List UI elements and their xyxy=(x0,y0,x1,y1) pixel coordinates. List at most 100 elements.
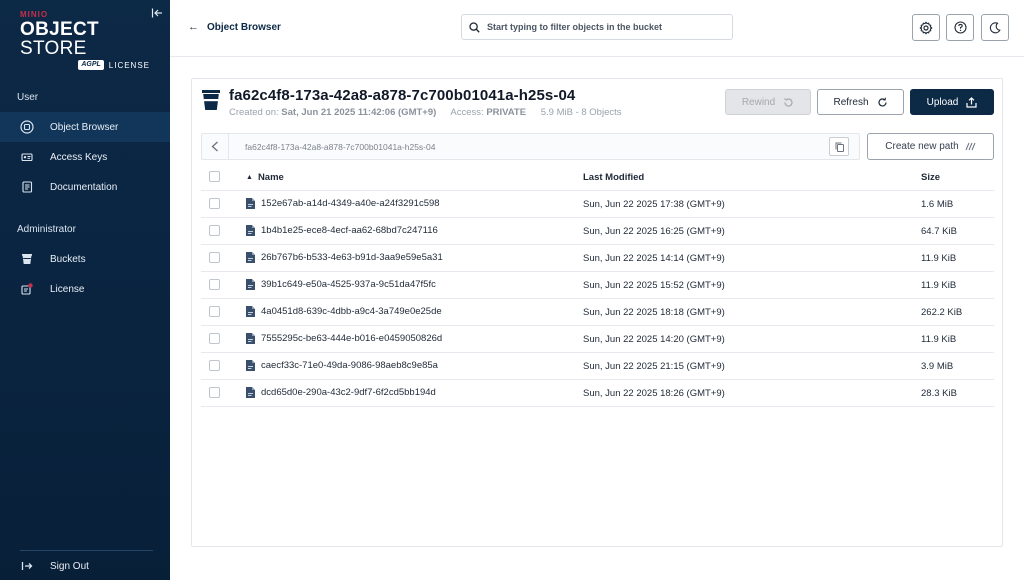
object-name: 39b1c649-e50a-4525-937a-9c51da47f5fc xyxy=(261,279,436,290)
bucket-icon xyxy=(20,252,34,266)
select-all-checkbox[interactable] xyxy=(209,171,220,182)
section-label-user: User xyxy=(17,92,39,103)
create-new-path-button[interactable]: Create new path xyxy=(867,133,994,160)
row-checkbox[interactable] xyxy=(209,387,220,398)
sidebar-item-license[interactable]: License xyxy=(0,274,170,304)
upload-icon xyxy=(966,96,977,108)
table-row[interactable]: 26b767b6-b533-4e63-b91d-3aa9e59e5a31 Sun… xyxy=(201,245,994,272)
folder-icon xyxy=(20,120,34,134)
help-button[interactable] xyxy=(946,14,974,41)
chevron-left-icon xyxy=(211,141,218,152)
agpl-badge: AGPL xyxy=(78,60,104,70)
file-icon xyxy=(246,198,255,209)
table-row[interactable]: 7555295c-be63-444e-b016-e0459050826d Sun… xyxy=(201,326,994,353)
sign-out-button[interactable]: Sign Out xyxy=(0,551,170,580)
table-row[interactable]: 4a0451d8-639c-4dbb-a9c4-3a749e0e25de Sun… xyxy=(201,299,994,326)
object-last-modified: Sun, Jun 22 2025 17:38 (GMT+9) xyxy=(583,199,725,210)
create-path-label: Create new path xyxy=(885,141,959,152)
table-row[interactable]: 1b4b1e25-ece8-4ecf-aa62-68bd7c247116 Sun… xyxy=(201,218,994,245)
row-checkbox[interactable] xyxy=(209,306,220,317)
logo-title: OBJECT STORE xyxy=(20,19,99,59)
access-label: Access: xyxy=(450,107,484,118)
object-size: 11.9 KiB xyxy=(921,253,957,264)
bucket-icon xyxy=(202,90,220,110)
collapse-sidebar-icon[interactable] xyxy=(151,7,163,19)
arrow-left-icon: ← xyxy=(188,21,199,33)
bucket-panel: fa62c4f8-173a-42a8-a878-7c700b01041a-h25… xyxy=(191,78,1003,547)
history-icon xyxy=(784,97,793,107)
file-icon xyxy=(246,279,255,290)
size-column-header[interactable]: Size xyxy=(921,172,940,183)
rewind-label: Rewind xyxy=(741,96,776,108)
bucket-name: fa62c4f8-173a-42a8-a878-7c700b01041a-h25… xyxy=(229,87,576,104)
dark-mode-toggle[interactable] xyxy=(981,14,1009,41)
object-size: 262.2 KiB xyxy=(921,307,963,318)
object-name: 26b767b6-b533-4e63-b91d-3aa9e59e5a31 xyxy=(261,252,443,263)
object-last-modified: Sun, Jun 22 2025 21:15 (GMT+9) xyxy=(583,361,725,372)
object-size: 28.3 KiB xyxy=(921,388,957,399)
top-bar: ← Object Browser xyxy=(170,0,1024,57)
section-label-administrator: Administrator xyxy=(17,224,76,235)
row-checkbox[interactable] xyxy=(209,279,220,290)
object-last-modified: Sun, Jun 22 2025 18:26 (GMT+9) xyxy=(583,388,725,399)
sidebar-item-label: Object Browser xyxy=(50,121,119,133)
bucket-meta: Created on: Sat, Jun 21 2025 11:42:06 (G… xyxy=(229,107,622,118)
copy-path-button[interactable] xyxy=(829,137,849,156)
back-to-object-browser-link[interactable]: ← Object Browser xyxy=(188,21,281,33)
copy-icon xyxy=(835,142,844,152)
created-value: Sat, Jun 21 2025 11:42:06 (GMT+9) xyxy=(281,107,437,118)
refresh-button[interactable]: Refresh xyxy=(817,89,904,115)
sidebar-item-label: Access Keys xyxy=(50,151,108,163)
sidebar-item-object-browser[interactable]: Object Browser xyxy=(0,112,170,142)
path-back-button[interactable] xyxy=(202,134,229,159)
file-icon xyxy=(246,333,255,344)
object-name: 152e67ab-a14d-4349-a40e-a24f3291c598 xyxy=(261,198,440,209)
table-row[interactable]: dcd65d0e-290a-43c2-9df7-6f2cd5bb194d Sun… xyxy=(201,380,994,407)
object-name: caecf33c-71e0-49da-9086-98aeb8c9e85a xyxy=(261,360,438,371)
search-input[interactable] xyxy=(487,22,717,32)
access-value: PRIVATE xyxy=(486,107,527,118)
sidebar-item-label: Documentation xyxy=(50,181,118,193)
row-checkbox[interactable] xyxy=(209,333,220,344)
file-icon xyxy=(246,225,255,236)
row-checkbox[interactable] xyxy=(209,360,220,371)
table-row[interactable]: caecf33c-71e0-49da-9086-98aeb8c9e85a Sun… xyxy=(201,353,994,380)
object-name: 1b4b1e25-ece8-4ecf-aa62-68bd7c247116 xyxy=(261,225,438,236)
bucket-summary: 5.9 MiB - 8 Objects xyxy=(540,107,622,118)
rewind-button[interactable]: Rewind xyxy=(725,89,811,115)
table-row[interactable]: 152e67ab-a14d-4349-a40e-a24f3291c598 Sun… xyxy=(201,191,994,218)
sign-out-icon xyxy=(20,559,34,573)
sign-out-label: Sign Out xyxy=(50,560,89,572)
sidebar-item-buckets[interactable]: Buckets xyxy=(0,244,170,274)
sidebar-item-access-keys[interactable]: Access Keys xyxy=(0,142,170,172)
object-name: 4a0451d8-639c-4dbb-a9c4-3a749e0e25de xyxy=(261,306,442,317)
settings-button[interactable] xyxy=(912,14,940,41)
back-link-label: Object Browser xyxy=(207,21,281,33)
file-icon xyxy=(246,252,255,263)
last-modified-column-header[interactable]: Last Modified xyxy=(583,172,644,183)
table-row[interactable]: 39b1c649-e50a-4525-937a-9c51da47f5fc Sun… xyxy=(201,272,994,299)
object-filter-search[interactable] xyxy=(461,14,733,40)
sidebar-item-documentation[interactable]: Documentation xyxy=(0,172,170,202)
row-checkbox[interactable] xyxy=(209,252,220,263)
help-icon xyxy=(953,21,967,34)
object-size: 64.7 KiB xyxy=(921,226,957,237)
object-size: 1.6 MiB xyxy=(921,199,954,210)
search-icon xyxy=(469,21,480,33)
new-path-icon xyxy=(965,142,976,151)
upload-button[interactable]: Upload xyxy=(910,89,994,115)
created-label: Created on: xyxy=(229,107,279,118)
object-last-modified: Sun, Jun 22 2025 15:52 (GMT+9) xyxy=(583,280,725,291)
row-checkbox[interactable] xyxy=(209,225,220,236)
license-icon xyxy=(20,282,34,296)
gear-icon xyxy=(919,21,933,34)
object-last-modified: Sun, Jun 22 2025 16:25 (GMT+9) xyxy=(583,226,725,237)
sidebar-item-label: License xyxy=(50,283,85,295)
path-breadcrumb: fa62c4f8-173a-42a8-a878-7c700b01041a-h25… xyxy=(201,133,860,160)
object-last-modified: Sun, Jun 22 2025 14:14 (GMT+9) xyxy=(583,253,725,264)
object-name: dcd65d0e-290a-43c2-9df7-6f2cd5bb194d xyxy=(261,387,436,398)
row-checkbox[interactable] xyxy=(209,198,220,209)
name-column-header[interactable]: ▲ Name xyxy=(246,172,284,183)
file-icon xyxy=(246,306,255,317)
minio-logo[interactable]: MINIO OBJECT STORE AGPL LICENSE xyxy=(20,10,160,70)
